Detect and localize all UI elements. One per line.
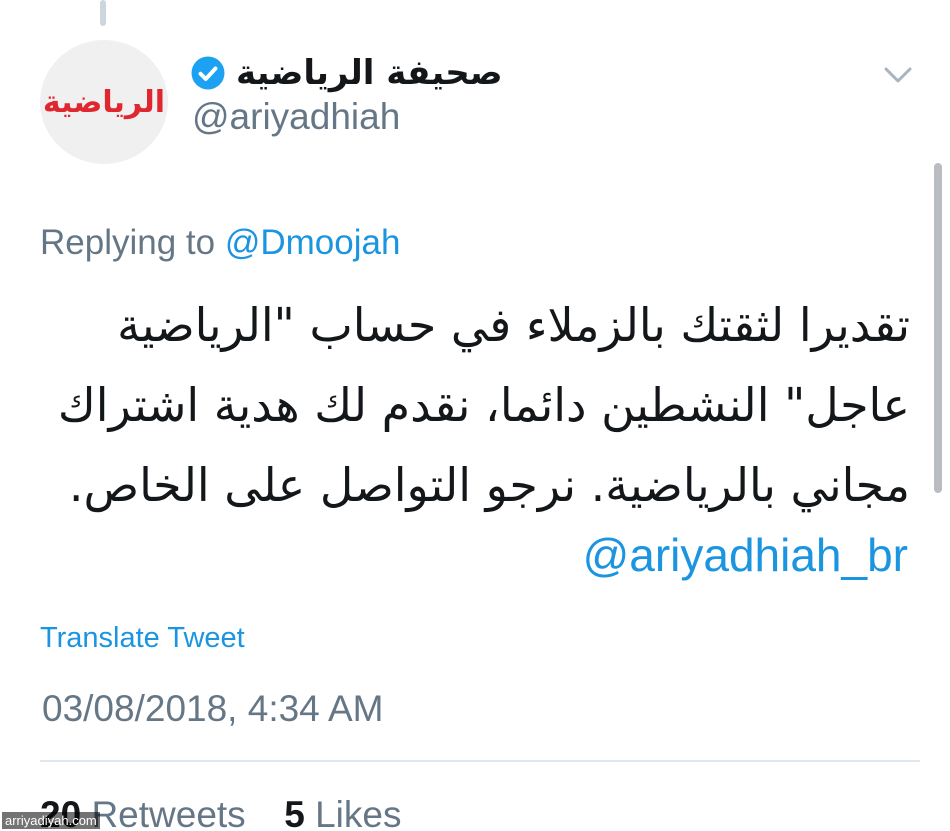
- replying-to-line: Replying to @Dmoojah: [40, 223, 400, 263]
- retweets-label[interactable]: Retweets: [91, 794, 245, 831]
- author-handle[interactable]: @ariyadhiah: [192, 96, 400, 138]
- likes-count[interactable]: 5: [284, 794, 305, 831]
- verified-badge-icon: [190, 55, 226, 91]
- scrollbar[interactable]: [934, 163, 942, 493]
- author-name-row: صحيفة الرياضية: [190, 48, 503, 98]
- reply-mention-link[interactable]: @Dmoojah: [225, 223, 401, 262]
- watermark: arriyadiyah.com: [2, 812, 100, 829]
- avatar[interactable]: الرياضية: [40, 40, 168, 164]
- tweet-text: تقديرا لثقتك بالزملاء في حساب "الرياضية …: [57, 298, 910, 512]
- tweet-detail-view: الرياضية صحيفة الرياضية @ariyadhiah Repl…: [0, 0, 950, 831]
- author-display-name[interactable]: صحيفة الرياضية: [236, 53, 503, 93]
- divider: [40, 760, 920, 762]
- thread-connector-line: [100, 0, 106, 26]
- tweet-timestamp: 03/08/2018, 4:34 AM: [42, 688, 384, 729]
- likes-label[interactable]: Likes: [315, 794, 401, 831]
- avatar-logo: الرياضية: [42, 84, 166, 120]
- replying-to-label: Replying to: [40, 223, 216, 262]
- chevron-down-icon[interactable]: [880, 60, 916, 90]
- tweet-mention-link[interactable]: @ariyadhiah_br: [40, 528, 908, 582]
- translate-tweet-link[interactable]: Translate Tweet: [40, 622, 245, 655]
